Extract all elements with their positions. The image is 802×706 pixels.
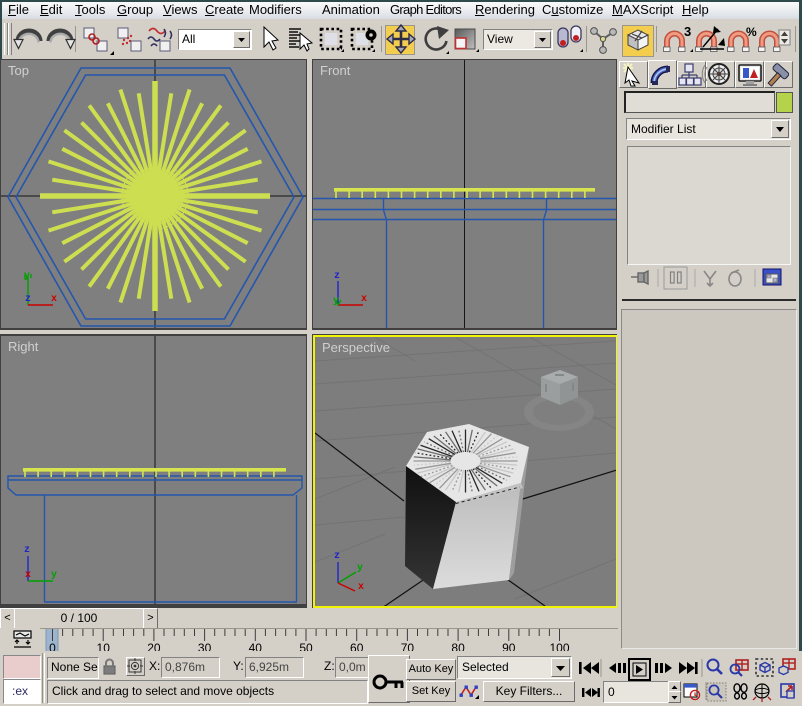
svg-text:z: z xyxy=(25,294,31,305)
svg-text:Front: Front xyxy=(320,63,351,78)
svg-text:3: 3 xyxy=(684,24,691,39)
svg-text:x: x xyxy=(25,570,31,581)
svg-text:Perspective: Perspective xyxy=(322,340,390,355)
svg-text:x: x xyxy=(51,294,57,305)
svg-text:y: y xyxy=(357,563,363,574)
svg-text:y: y xyxy=(51,570,57,581)
svg-text:Right: Right xyxy=(8,339,39,354)
svg-text:z: z xyxy=(334,271,340,282)
svg-text:%: % xyxy=(746,25,757,39)
svg-text:y: y xyxy=(24,271,30,282)
svg-text:y: y xyxy=(333,296,339,307)
svg-text:z: z xyxy=(24,545,30,556)
svg-text:x: x xyxy=(361,294,367,305)
svg-text:Top: Top xyxy=(8,63,29,78)
svg-text:x: x xyxy=(358,582,364,593)
svg-text:z: z xyxy=(334,551,340,562)
